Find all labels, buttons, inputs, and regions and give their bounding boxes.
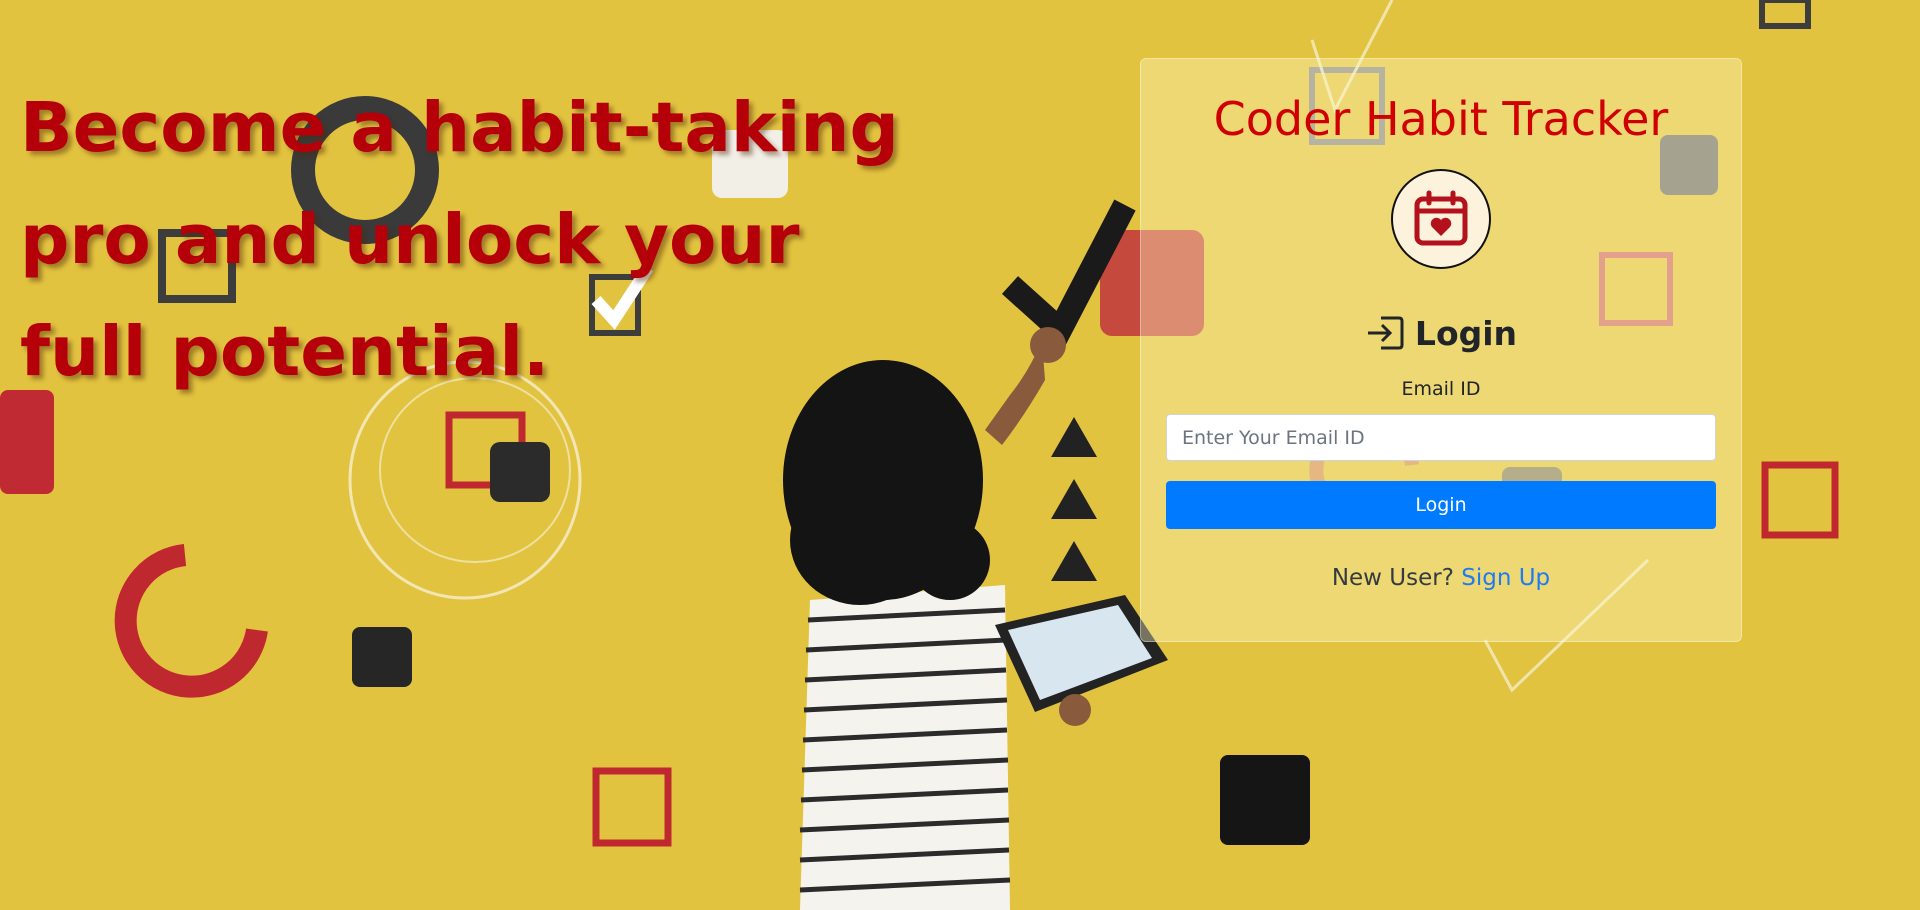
signup-link[interactable]: Sign Up <box>1461 565 1550 591</box>
triangle-3 <box>1051 541 1097 581</box>
signup-prompt-line: New User? Sign Up <box>1141 565 1741 591</box>
dark-square <box>352 627 412 687</box>
login-button[interactable]: Login <box>1166 481 1716 529</box>
dark-square-small <box>490 442 550 502</box>
app-title: Coder Habit Tracker <box>1213 92 1669 146</box>
hero-headline: Become a habit-taking pro and unlock you… <box>20 88 899 392</box>
red-outline-square-right <box>1761 461 1839 539</box>
triangle-1 <box>1051 417 1097 457</box>
triangle-2 <box>1051 479 1097 519</box>
email-input[interactable] <box>1166 414 1716 461</box>
app-logo <box>1391 169 1491 269</box>
checkbox-top-right <box>1759 0 1811 29</box>
email-label: Email ID <box>1401 378 1481 400</box>
red-outline-square-bottom <box>592 767 672 847</box>
signup-prompt: New User? <box>1331 565 1454 591</box>
person-illustration <box>783 327 1168 910</box>
login-card: Coder Habit Tracker Login Email ID Login… <box>1140 58 1742 642</box>
red-arc <box>114 544 268 698</box>
black-square <box>1220 755 1310 845</box>
login-heading-text: Login <box>1414 313 1518 353</box>
login-heading: Login <box>1141 311 1741 355</box>
login-arrow-icon <box>1367 316 1404 350</box>
calendar-heart-icon <box>1414 190 1468 246</box>
